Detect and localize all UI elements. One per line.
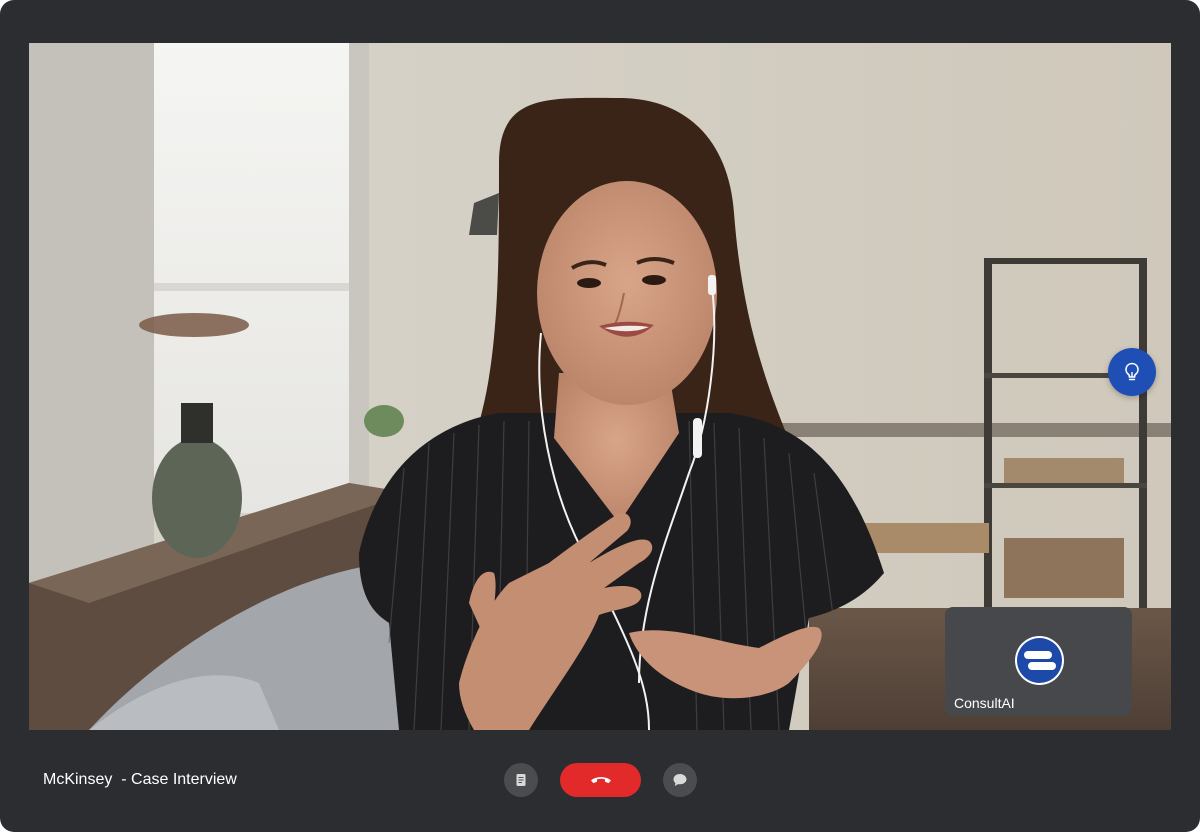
hint-button[interactable]	[1108, 348, 1156, 396]
consultai-avatar	[1015, 636, 1064, 685]
video-call-window: ConsultAI McKinsey - Case Interview	[0, 0, 1200, 832]
lightbulb-icon	[1125, 362, 1139, 381]
notes-button[interactable]	[504, 763, 538, 797]
self-view-name: ConsultAI	[954, 695, 1015, 711]
consultai-logo-icon	[1017, 638, 1062, 683]
chat-button[interactable]	[663, 763, 697, 797]
document-icon	[516, 774, 526, 786]
end-call-button[interactable]	[560, 763, 641, 797]
chat-bubble-icon	[673, 774, 687, 786]
self-view-tile: ConsultAI	[945, 607, 1132, 716]
phone-hangup-icon	[590, 777, 611, 784]
meeting-title: McKinsey - Case Interview	[43, 771, 237, 788]
